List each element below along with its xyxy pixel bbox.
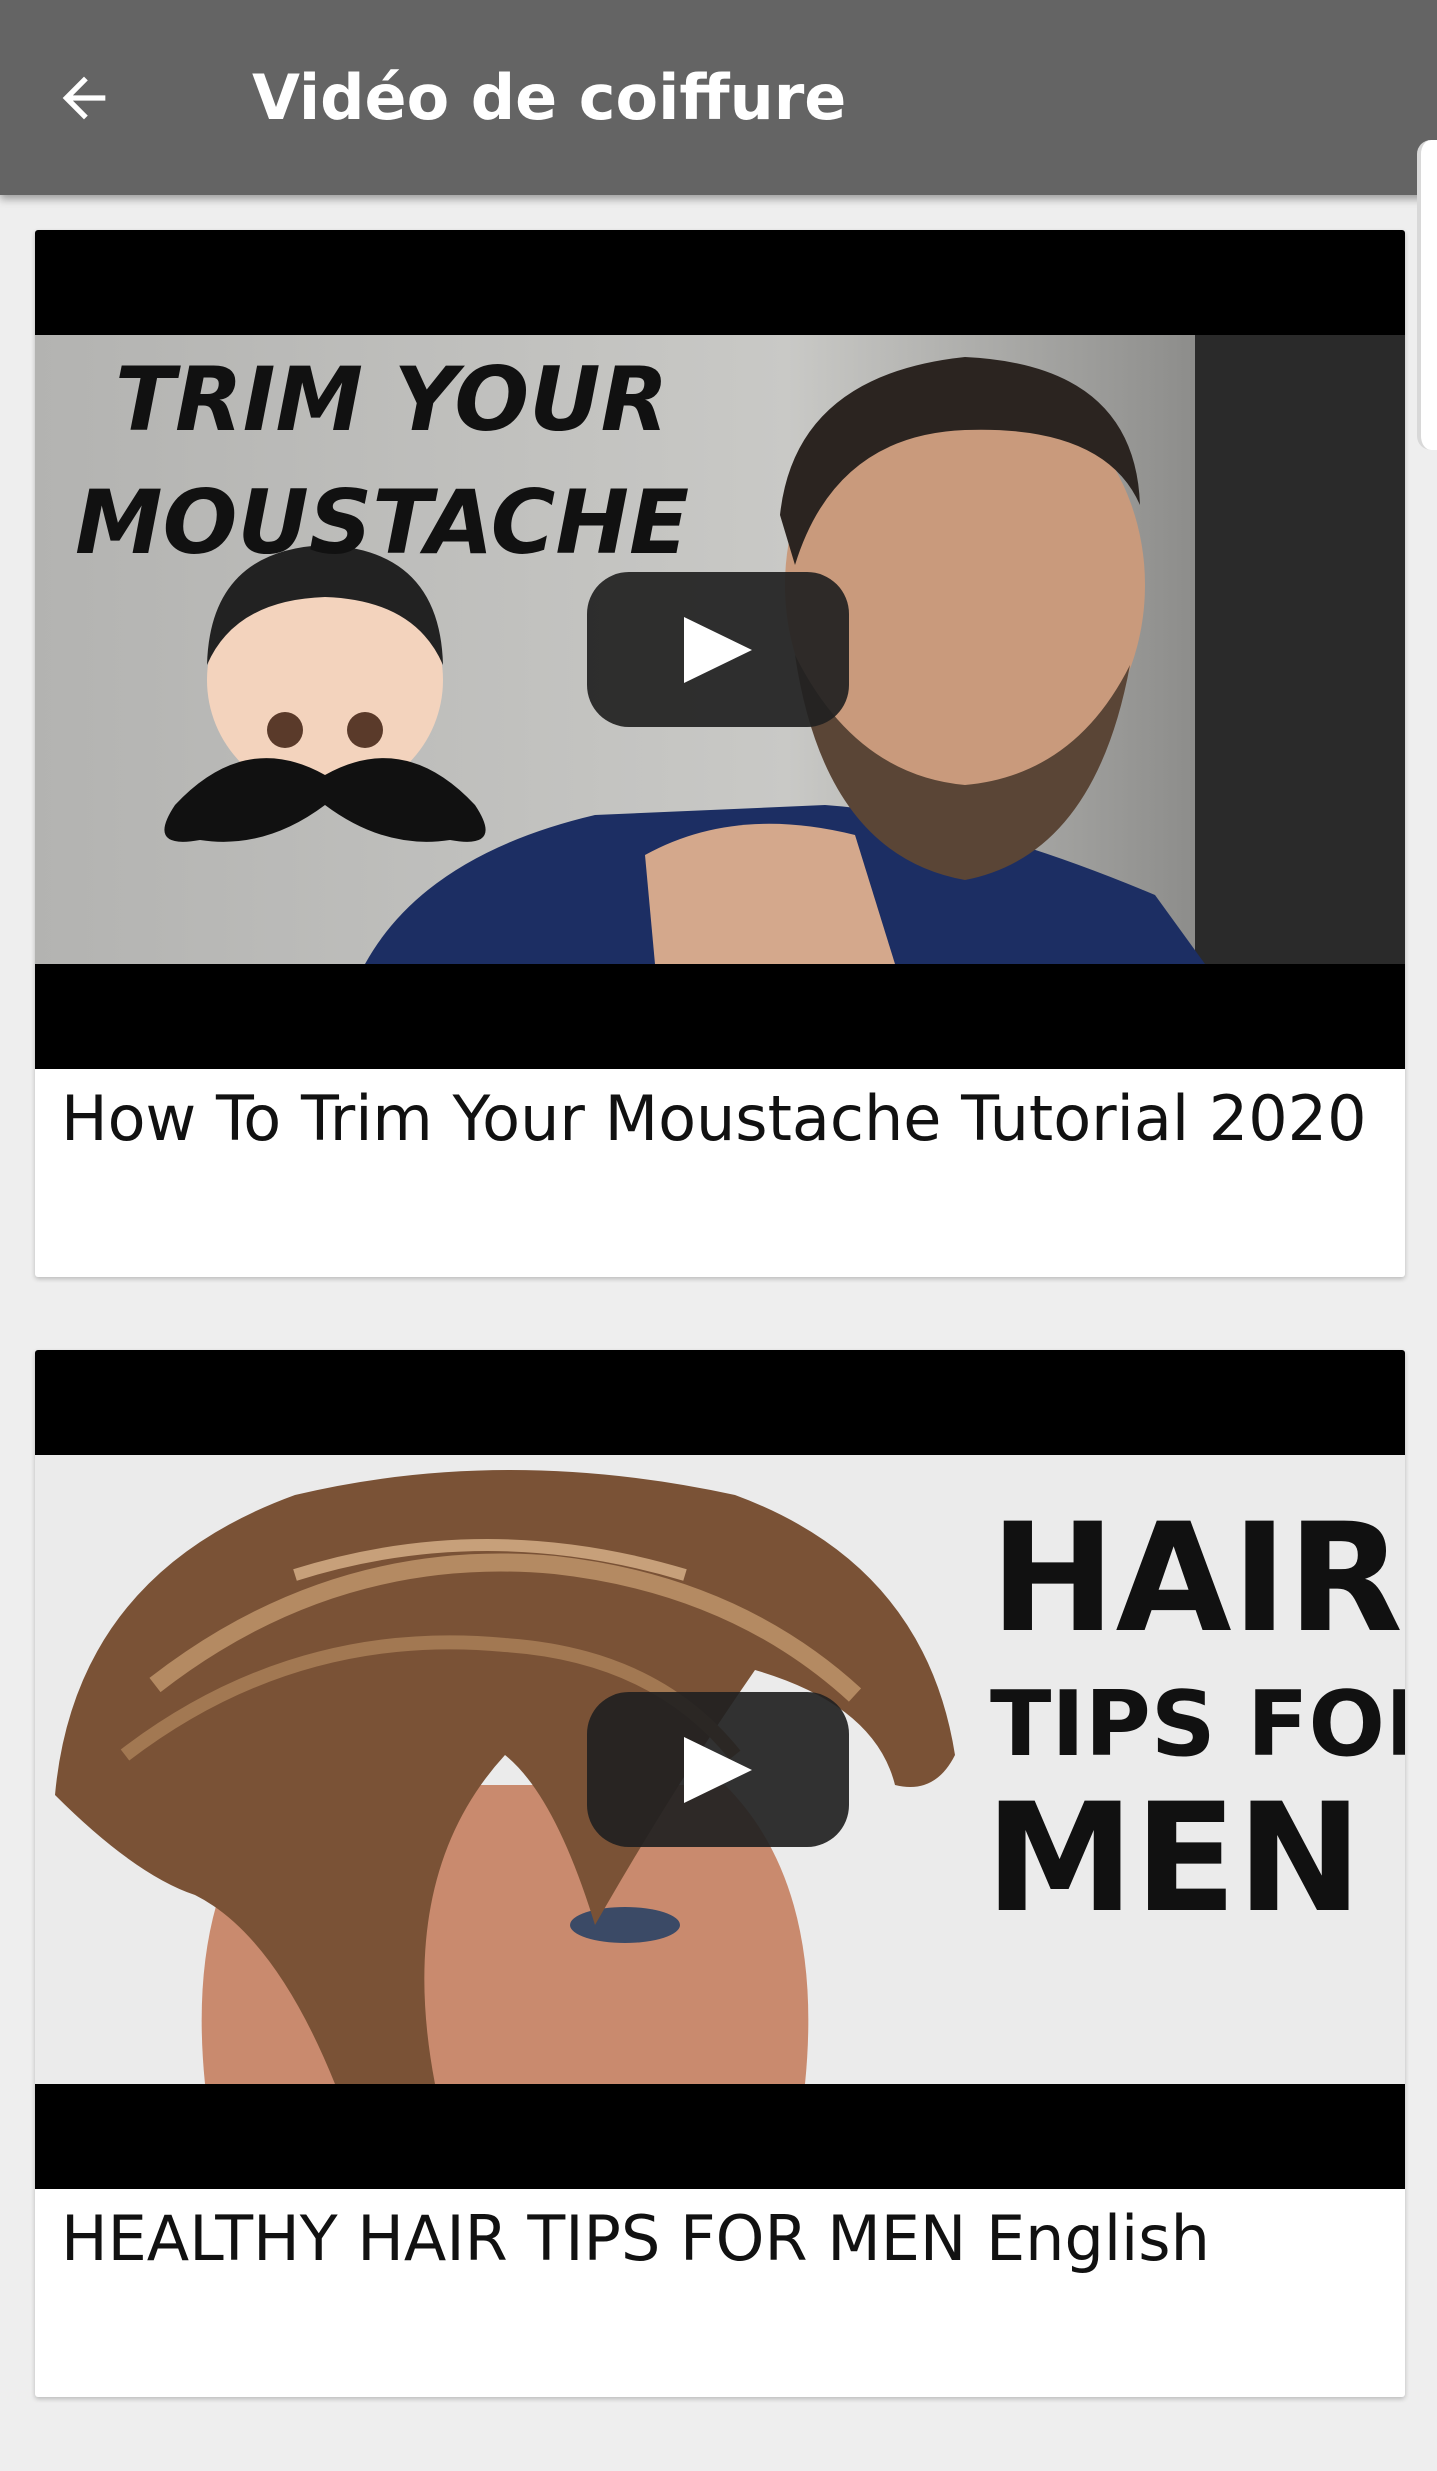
video-thumbnail[interactable]: TRIM YOUR MOUSTACHE [35,230,1405,1069]
play-icon [684,616,752,683]
thumbnail-caption-line: TRIM YOUR [115,348,668,451]
thumbnail-caption-line: TIPS FOR [990,1672,1405,1777]
video-title[interactable]: HEALTHY HAIR TIPS FOR MEN English [61,2198,1371,2280]
play-button[interactable] [587,1692,849,1847]
thumbnail-caption-line: MOUSTACHE [75,471,689,574]
play-button[interactable] [587,572,849,727]
video-card[interactable]: TRIM YOUR MOUSTACHE How To Trim Your Mou… [35,230,1405,1277]
thumbnail-caption-line: MEN [985,1772,1362,1946]
video-title[interactable]: How To Trim Your Moustache Tutorial 2020 [61,1078,1371,1160]
play-icon [684,1736,752,1803]
app-bar: Vidéo de coiffure [0,0,1437,195]
arrow-left-icon [62,76,106,120]
video-card[interactable]: HAIR TIPS FOR MEN HEALTHY HAIR TIPS FOR … [35,1350,1405,2397]
thumbnail-caption-line: HAIR [990,1492,1403,1666]
back-button[interactable] [38,52,130,144]
page-title: Vidéo de coiffure [252,61,847,134]
overscroll-edge [1417,140,1437,450]
video-thumbnail[interactable]: HAIR TIPS FOR MEN [35,1350,1405,2189]
